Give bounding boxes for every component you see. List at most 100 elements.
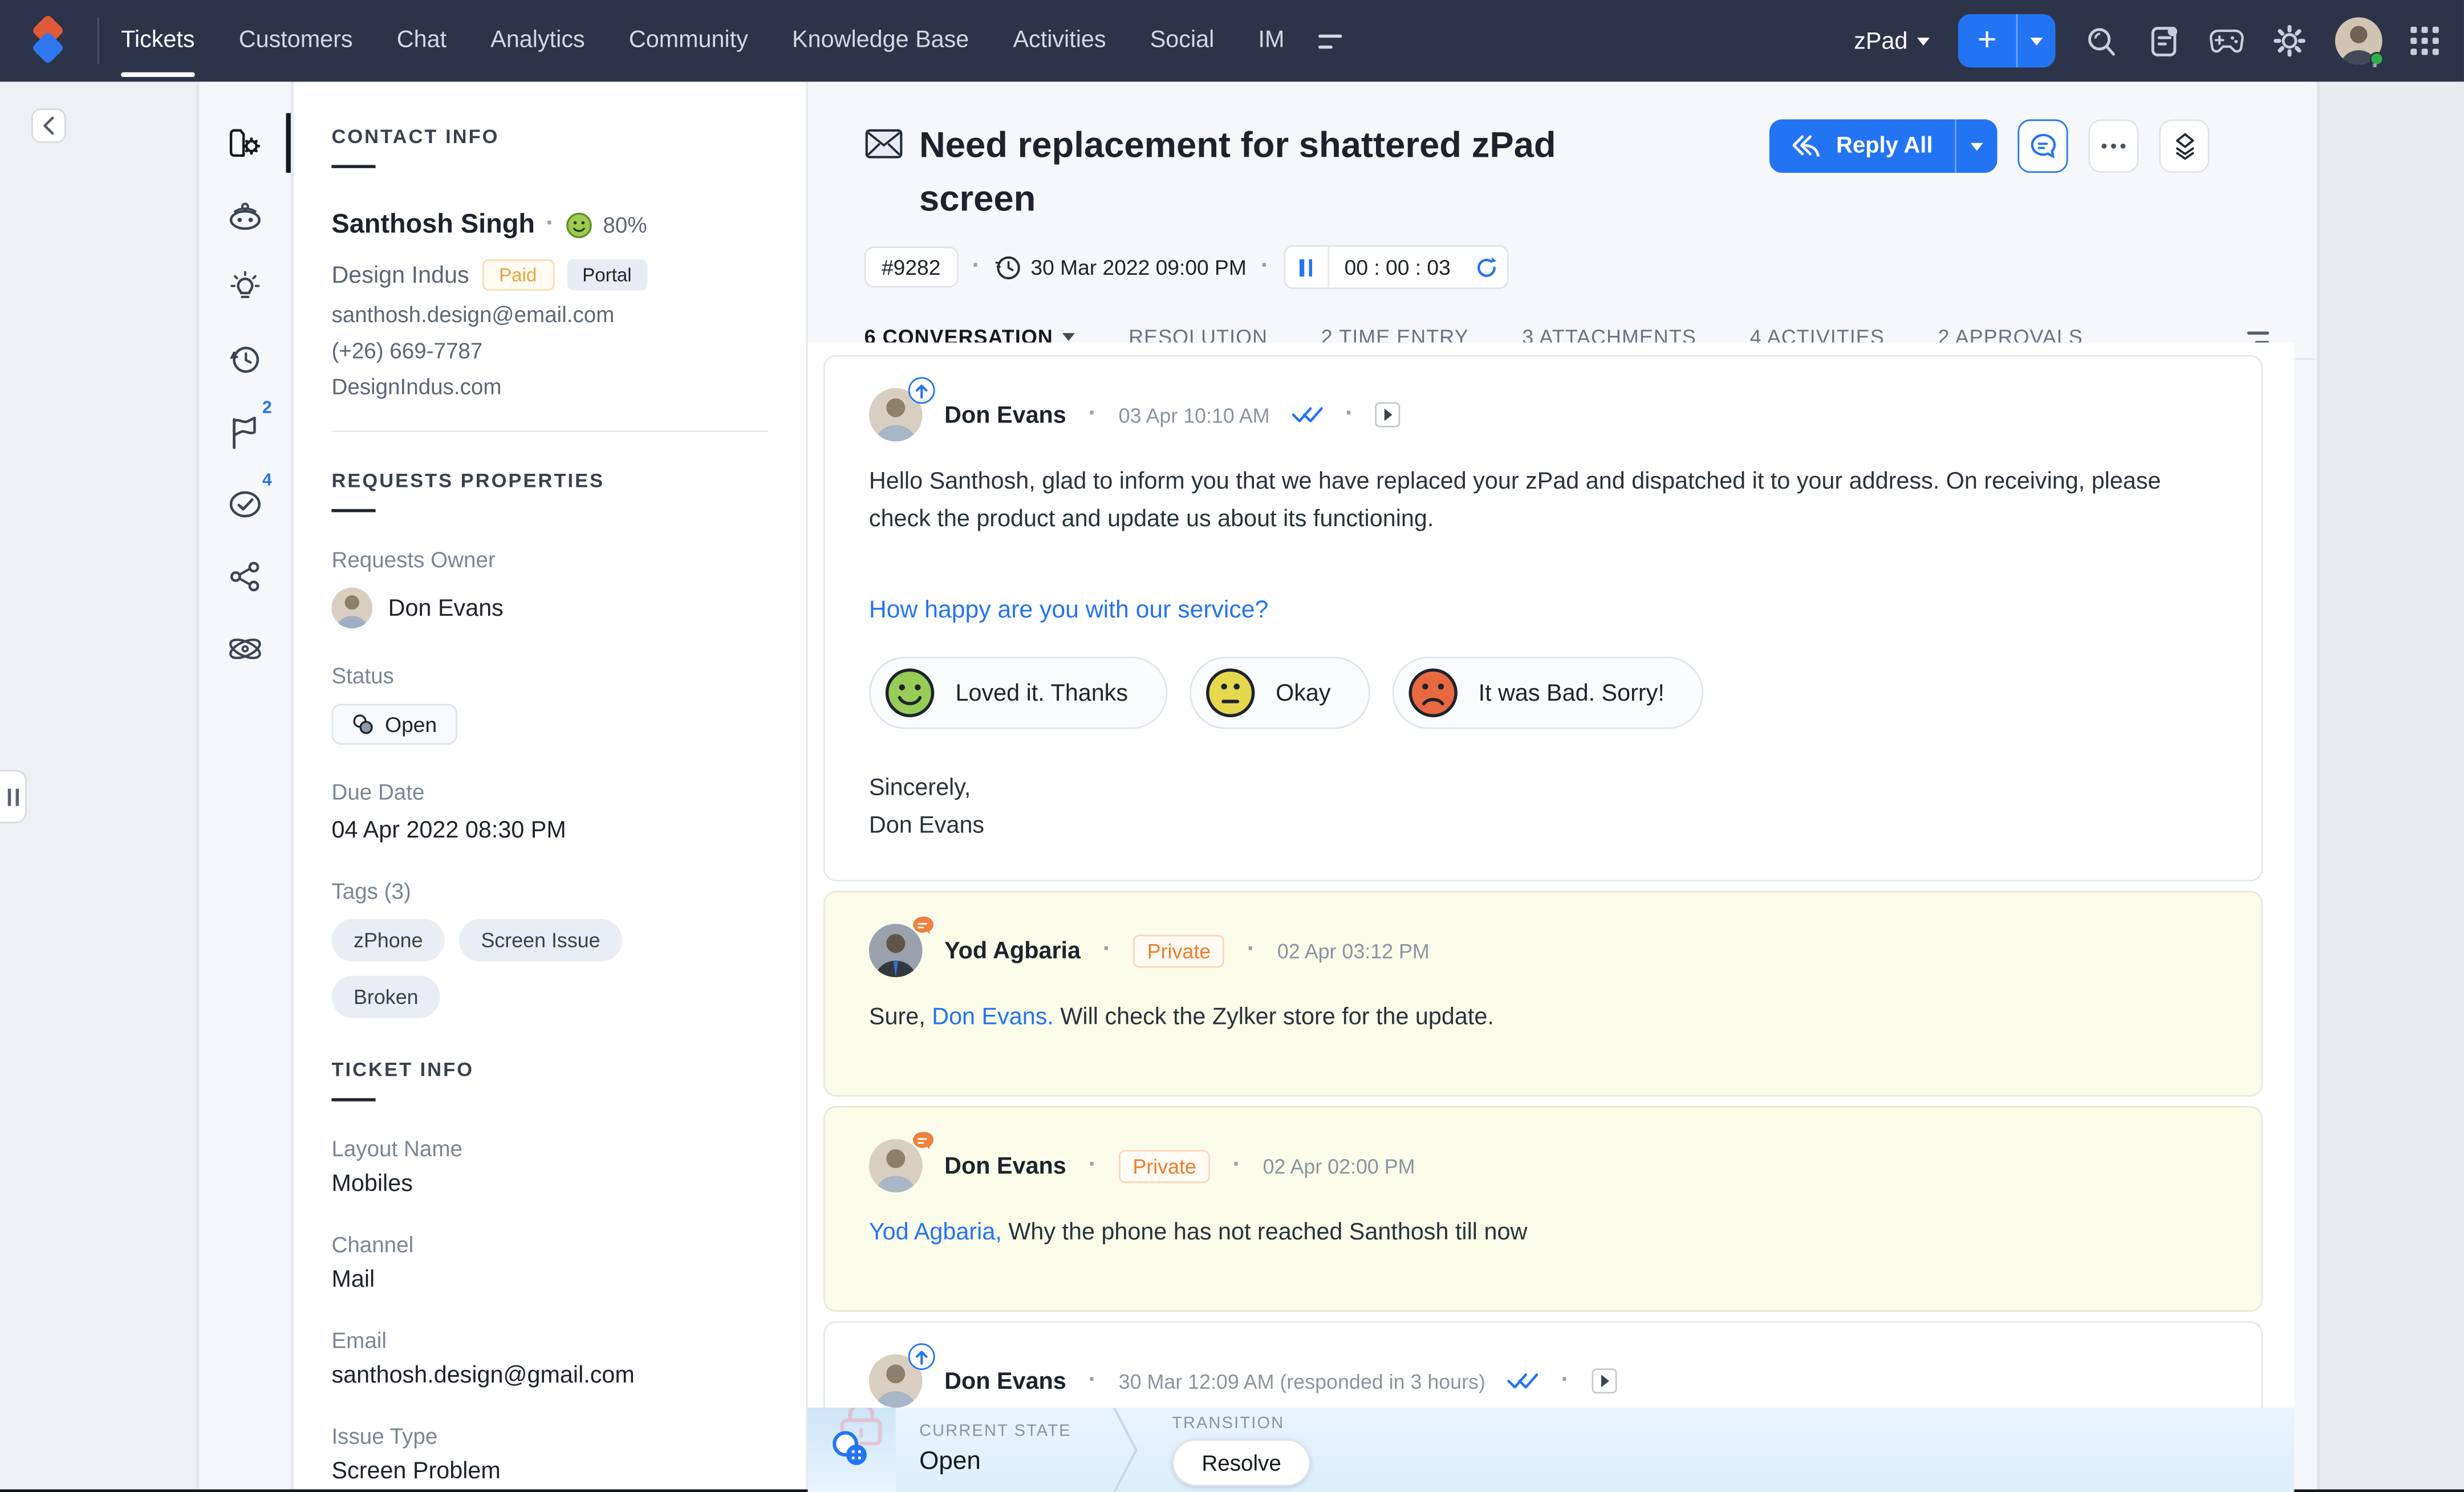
settings-gear-icon[interactable] — [2272, 23, 2307, 58]
online-status-dot — [2370, 52, 2384, 66]
tag-chip[interactable]: Screen Issue — [459, 919, 622, 961]
message-author[interactable]: Don Evans — [944, 1152, 1066, 1179]
separator-dot — [1088, 401, 1097, 429]
nav-item-chat[interactable]: Chat — [397, 0, 446, 82]
agent-avatar[interactable] — [869, 1139, 923, 1193]
mention-link[interactable]: Don Evans. — [932, 1004, 1054, 1031]
nav-item-analytics[interactable]: Analytics — [490, 0, 584, 82]
sidebar-item-history[interactable] — [200, 324, 291, 396]
owner-label: Requests Owner — [331, 547, 768, 572]
timer-pause-button[interactable] — [1285, 247, 1329, 288]
nav-item-social[interactable]: Social — [1150, 0, 1215, 82]
current-state-value: Open — [919, 1449, 1071, 1477]
nav-item-activities[interactable]: Activities — [1013, 0, 1106, 82]
feeds-icon[interactable] — [2146, 23, 2181, 58]
nav-item-knowledge-base[interactable]: Knowledge Base — [792, 0, 969, 82]
contact-name[interactable]: Santhosh Singh — [331, 209, 535, 241]
rating-bad-button[interactable]: It was Bad. Sorry! — [1392, 657, 1704, 729]
expand-message-icon[interactable] — [1591, 1368, 1616, 1393]
nav-item-community[interactable]: Community — [629, 0, 748, 82]
email-value: santhosh.design@gmail.com — [331, 1362, 768, 1389]
timer-value: 00 : 00 : 03 — [1329, 247, 1466, 288]
current-state-label: CURRENT STATE — [919, 1422, 1071, 1441]
separator-dot — [972, 253, 981, 282]
collapse-back-button[interactable] — [31, 108, 66, 143]
tag-chip[interactable]: Broken — [331, 975, 440, 1018]
sidebar-item-share[interactable] — [200, 540, 291, 613]
ticket-tools-rail: 2 4 — [200, 82, 293, 1492]
nav-item-customers[interactable]: Customers — [239, 0, 353, 82]
refresh-icon — [1476, 255, 1498, 279]
ticket-timer: 00 : 00 : 03 — [1283, 245, 1509, 289]
agent-avatar[interactable] — [869, 388, 923, 442]
issue-type-value: Screen Problem — [331, 1458, 768, 1485]
private-badge: Private — [1133, 934, 1225, 967]
reply-all-split-button[interactable]: Reply All — [1770, 119, 1997, 173]
user-avatar[interactable] — [2335, 17, 2382, 64]
message-time: 30 Mar 12:09 AM (responded in 3 hours) — [1119, 1369, 1485, 1393]
collapsed-right-panel — [2318, 82, 2464, 1492]
nav-item-tickets[interactable]: Tickets — [121, 0, 194, 82]
message-author[interactable]: Don Evans — [944, 1368, 1066, 1395]
agent-avatar[interactable] — [869, 924, 923, 977]
panel-resize-handle[interactable] — [0, 770, 27, 823]
status-chip[interactable]: Open — [331, 704, 457, 745]
sidebar-item-approvals[interactable]: 4 — [200, 468, 291, 540]
happiness-ratings: Loved it. Thanks Okay It was Bad. Sorry! — [869, 657, 2217, 729]
folder-gear-icon — [228, 127, 263, 158]
search-icon[interactable] — [2084, 23, 2118, 58]
ticket-properties-panel: CONTACT INFO Santhosh Singh 80% Design I… — [294, 82, 807, 1492]
neutral-face-icon — [1203, 666, 1257, 719]
separator-dot — [1232, 1152, 1241, 1180]
ticket-id-chip[interactable]: #9282 — [864, 247, 958, 288]
comment-button[interactable] — [2018, 119, 2068, 173]
nav-right-cluster: zPad + — [1854, 14, 2439, 68]
tag-chip[interactable]: zPhone — [331, 919, 445, 961]
more-actions-button[interactable] — [2088, 119, 2138, 173]
mention-link[interactable]: Yod Agbaria, — [869, 1219, 1002, 1246]
contact-website[interactable]: DesignIndus.com — [331, 374, 768, 399]
reply-options-chevron[interactable] — [1956, 142, 1998, 150]
message-author[interactable]: Don Evans — [944, 401, 1066, 428]
app-grid-icon[interactable] — [2410, 27, 2439, 55]
resolve-button[interactable]: Resolve — [1172, 1439, 1311, 1486]
department-switcher[interactable]: zPad — [1854, 27, 1930, 54]
contact-phone[interactable]: (+26) 669-7787 — [331, 338, 768, 363]
sidebar-item-zia[interactable] — [200, 179, 291, 251]
contact-email[interactable]: santhosh.design@email.com — [331, 302, 768, 327]
plus-icon[interactable]: + — [1958, 14, 2018, 68]
nav-overflow-icon[interactable] — [1319, 34, 1342, 48]
flags-count-badge: 2 — [262, 399, 272, 418]
sidebar-item-insights[interactable] — [200, 251, 291, 324]
timer-reset-button[interactable] — [1466, 247, 1507, 288]
transition-chevron — [1112, 1408, 1137, 1492]
gamescope-icon[interactable] — [2210, 23, 2244, 58]
rating-loved-button[interactable]: Loved it. Thanks — [869, 657, 1167, 729]
nav-item-im[interactable]: IM — [1258, 0, 1284, 82]
zoho-desk-logo-icon[interactable] — [25, 16, 72, 66]
contact-company[interactable]: Design Indus — [331, 262, 469, 288]
issue-type-label: Issue Type — [331, 1424, 768, 1449]
sidebar-item-flags[interactable]: 2 — [200, 396, 291, 468]
state-coins-icon — [830, 1430, 871, 1467]
sidebar-item-ticket-properties[interactable] — [200, 107, 291, 179]
happiness-survey-link[interactable]: How happy are you with our service? — [869, 597, 1268, 625]
chat-bubble-icon — [2029, 132, 2057, 160]
add-ticket-split-button[interactable]: + — [1958, 14, 2056, 68]
channel-value: Mail — [331, 1266, 768, 1293]
lightbulb-icon — [226, 270, 264, 305]
chevron-down-icon[interactable] — [2018, 14, 2055, 68]
robot-icon — [226, 200, 264, 231]
rating-okay-button[interactable]: Okay — [1190, 657, 1370, 729]
collapse-all-button[interactable] — [2159, 119, 2209, 173]
signature-line: Sincerely, — [869, 770, 2217, 807]
agent-avatar[interactable] — [869, 1354, 923, 1408]
sidebar-item-integrations[interactable] — [200, 613, 291, 685]
message-author[interactable]: Yod Agbaria — [944, 937, 1081, 964]
expand-message-icon[interactable] — [1375, 402, 1401, 427]
tabs-overflow-icon[interactable] — [2247, 331, 2270, 343]
message-time: 03 Apr 10:10 AM — [1119, 403, 1270, 426]
share-icon — [228, 561, 263, 592]
channel-label: Channel — [331, 1231, 768, 1257]
owner-name[interactable]: Don Evans — [388, 595, 504, 621]
